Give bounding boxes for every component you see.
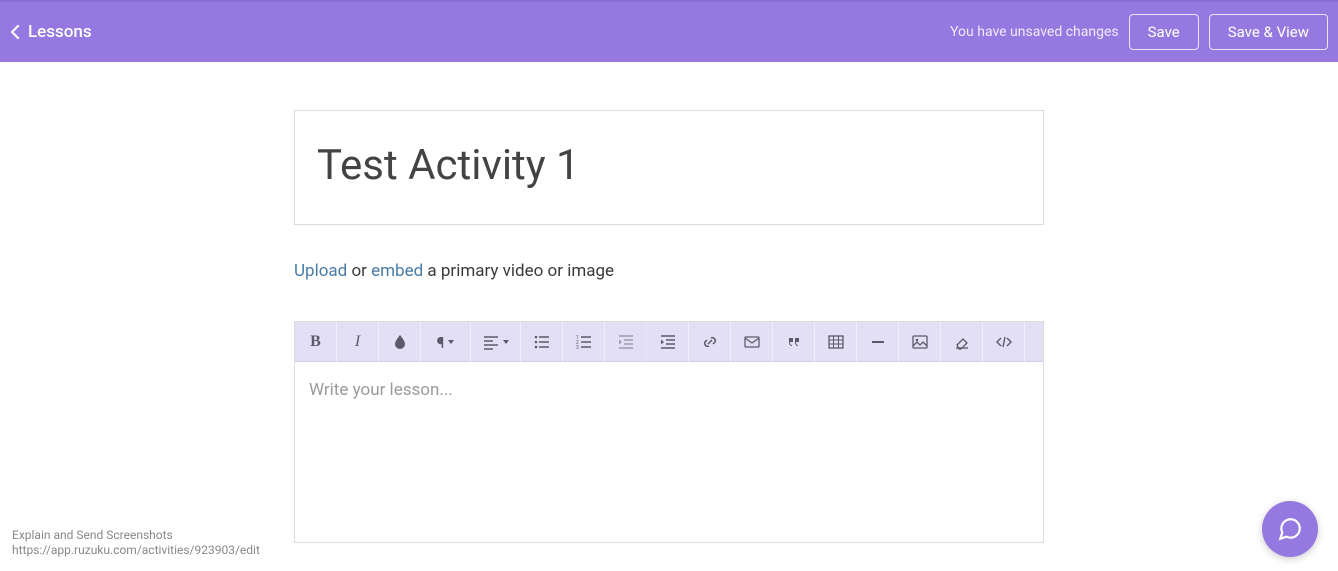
bold-icon: B bbox=[310, 333, 321, 351]
content-wrap: Upload or embed a primary video or image… bbox=[294, 110, 1044, 543]
list-ul-icon bbox=[534, 334, 550, 350]
watermark-line1: Explain and Send Screenshots bbox=[12, 528, 260, 544]
main-content: Upload or embed a primary video or image… bbox=[0, 62, 1338, 543]
outdent-icon bbox=[618, 334, 634, 350]
activity-title-input[interactable] bbox=[317, 141, 1021, 190]
save-view-button[interactable]: Save & View bbox=[1209, 14, 1328, 50]
code-icon bbox=[996, 334, 1012, 350]
indent-button[interactable] bbox=[647, 322, 689, 362]
bold-button[interactable]: B bbox=[295, 322, 337, 362]
back-link[interactable]: Lessons bbox=[10, 22, 92, 42]
italic-icon: I bbox=[355, 333, 360, 351]
watermark-line2: https://app.ruzuku.com/activities/923903… bbox=[12, 543, 260, 559]
ordered-list-button[interactable]: 123 bbox=[563, 322, 605, 362]
chat-icon bbox=[1277, 516, 1303, 542]
media-upload-line: Upload or embed a primary video or image bbox=[294, 261, 1044, 281]
caret-icon bbox=[503, 340, 509, 344]
email-button[interactable] bbox=[731, 322, 773, 362]
unsaved-status: You have unsaved changes bbox=[950, 24, 1119, 40]
table-icon bbox=[828, 334, 844, 350]
list-ol-icon: 123 bbox=[576, 334, 592, 350]
chevron-left-icon bbox=[10, 24, 20, 40]
link-button[interactable] bbox=[689, 322, 731, 362]
eraser-icon bbox=[954, 334, 970, 350]
paragraph-button[interactable]: ¶ bbox=[421, 322, 471, 362]
svg-text:3: 3 bbox=[576, 345, 579, 350]
upload-link[interactable]: Upload bbox=[294, 261, 347, 281]
tint-icon bbox=[392, 334, 408, 350]
help-chat-button[interactable] bbox=[1262, 501, 1318, 557]
header-actions: You have unsaved changes Save Save & Vie… bbox=[950, 14, 1328, 50]
back-label: Lessons bbox=[28, 22, 92, 42]
outdent-button[interactable] bbox=[605, 322, 647, 362]
save-button[interactable]: Save bbox=[1129, 14, 1199, 50]
editor-toolbar: B I ¶ 123 bbox=[295, 322, 1043, 362]
align-button[interactable] bbox=[471, 322, 521, 362]
envelope-icon bbox=[744, 334, 760, 350]
color-button[interactable] bbox=[379, 322, 421, 362]
clear-format-button[interactable] bbox=[941, 322, 983, 362]
link-icon bbox=[702, 334, 718, 350]
hr-button[interactable] bbox=[857, 322, 899, 362]
embed-link[interactable]: embed bbox=[371, 261, 423, 281]
quote-button[interactable] bbox=[773, 322, 815, 362]
watermark: Explain and Send Screenshots https://app… bbox=[12, 528, 260, 559]
media-rest-text: a primary video or image bbox=[423, 261, 614, 281]
rich-text-editor: B I ¶ 123 Write your lesson... bbox=[294, 321, 1044, 543]
or-text: or bbox=[347, 261, 371, 281]
unordered-list-button[interactable] bbox=[521, 322, 563, 362]
align-left-icon bbox=[483, 334, 499, 350]
editor-placeholder: Write your lesson... bbox=[309, 380, 1029, 400]
image-button[interactable] bbox=[899, 322, 941, 362]
editor-body[interactable]: Write your lesson... bbox=[295, 362, 1043, 542]
table-button[interactable] bbox=[815, 322, 857, 362]
title-container bbox=[294, 110, 1044, 225]
minus-icon bbox=[870, 334, 886, 350]
caret-icon bbox=[448, 340, 454, 344]
italic-button[interactable]: I bbox=[337, 322, 379, 362]
top-header: Lessons You have unsaved changes Save Sa… bbox=[0, 0, 1338, 62]
image-icon bbox=[912, 334, 928, 350]
quote-icon bbox=[786, 334, 802, 350]
code-button[interactable] bbox=[983, 322, 1025, 362]
pilcrow-icon: ¶ bbox=[437, 333, 445, 352]
indent-icon bbox=[660, 334, 676, 350]
